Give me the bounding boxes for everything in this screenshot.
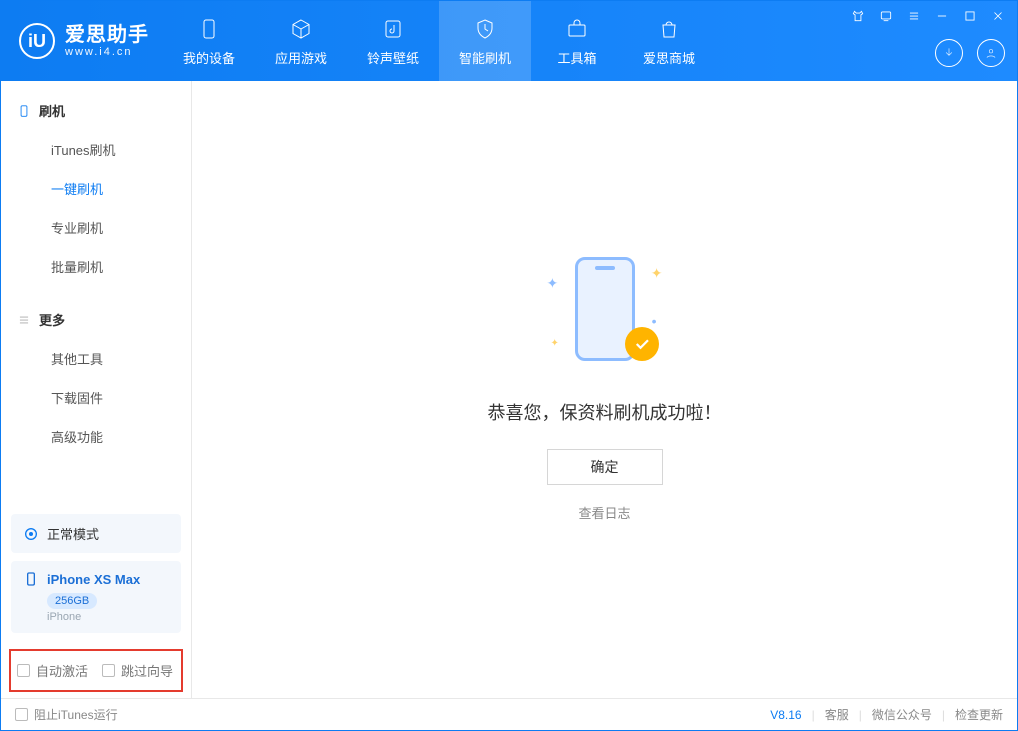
device-card[interactable]: iPhone XS Max 256GB iPhone [11, 561, 181, 633]
nav-toolbox[interactable]: 工具箱 [531, 1, 623, 81]
sidebar-head-flash: 刷机 [1, 95, 191, 126]
nav-label: 应用游戏 [275, 48, 327, 67]
nav-label: 工具箱 [557, 48, 596, 67]
logo-icon: iU [19, 23, 55, 59]
checkbox-label: 跳过向导 [121, 661, 173, 680]
user-button[interactable] [977, 39, 1005, 67]
header-right [935, 39, 1005, 67]
nav-label: 智能刷机 [459, 48, 511, 67]
version-label: V8.16 [770, 708, 801, 722]
sidebar-head-more: 更多 [1, 304, 191, 335]
device-icon [196, 16, 222, 42]
bag-icon [656, 16, 682, 42]
sidebar-section-flash: 刷机 iTunes刷机 一键刷机 专业刷机 批量刷机 [1, 81, 191, 290]
shield-icon [472, 16, 498, 42]
checkbox-icon [15, 708, 28, 721]
app-name-en: www.i4.cn [65, 46, 149, 58]
check-badge-icon [625, 327, 659, 361]
sidebar-item-itunes-flash[interactable]: iTunes刷机 [1, 130, 191, 169]
sparkle-icon: • [652, 313, 657, 329]
sidebar-section-more: 更多 其他工具 下载固件 高级功能 [1, 290, 191, 460]
sparkle-icon: ✦ [551, 338, 559, 349]
menu-icon[interactable] [905, 7, 923, 25]
nav-label: 铃声壁纸 [367, 48, 419, 67]
mode-label: 正常模式 [47, 524, 99, 543]
header: iU 爱思助手 www.i4.cn 我的设备 应用游戏 铃声壁纸 智能刷机 [1, 1, 1017, 81]
nav-store[interactable]: 爱思商城 [623, 1, 715, 81]
nav-my-device[interactable]: 我的设备 [163, 1, 255, 81]
checkbox-icon [17, 664, 30, 677]
sidebar-item-download-fw[interactable]: 下载固件 [1, 378, 191, 417]
sidebar-items-flash: iTunes刷机 一键刷机 专业刷机 批量刷机 [1, 126, 191, 290]
sidebar-devices: 正常模式 iPhone XS Max 256GB iPhone [1, 514, 191, 649]
footer: 阻止iTunes运行 V8.16 | 客服 | 微信公众号 | 检查更新 [1, 698, 1017, 730]
nav-label: 爱思商城 [643, 48, 695, 67]
list-icon [17, 313, 31, 327]
device-storage: 256GB [47, 593, 97, 609]
success-illustration: ✦ ✦ ✦ • [545, 257, 665, 377]
feedback-icon[interactable] [877, 7, 895, 25]
footer-link-update[interactable]: 检查更新 [955, 706, 1003, 723]
minimize-icon[interactable] [933, 7, 951, 25]
device-name: iPhone XS Max [47, 572, 140, 587]
sidebar-item-oneclick-flash[interactable]: 一键刷机 [1, 169, 191, 208]
footer-link-wechat[interactable]: 微信公众号 [872, 706, 932, 723]
activation-options: 自动激活 跳过向导 [9, 649, 183, 692]
logo-text: 爱思助手 www.i4.cn [65, 24, 149, 58]
device-type: iPhone [47, 611, 169, 623]
nav-flash[interactable]: 智能刷机 [439, 1, 531, 81]
mode-card[interactable]: 正常模式 [11, 514, 181, 553]
nav-ringtone-wallpaper[interactable]: 铃声壁纸 [347, 1, 439, 81]
body: 刷机 iTunes刷机 一键刷机 专业刷机 批量刷机 更多 其他工具 下载固件 [1, 81, 1017, 698]
sidebar-items-more: 其他工具 下载固件 高级功能 [1, 335, 191, 460]
sidebar-item-other-tools[interactable]: 其他工具 [1, 339, 191, 378]
auto-activate-checkbox[interactable]: 自动激活 [17, 661, 88, 680]
device-icon [23, 571, 39, 587]
footer-link-support[interactable]: 客服 [825, 706, 849, 723]
phone-icon [17, 104, 31, 118]
sparkle-icon: ✦ [547, 275, 559, 292]
skip-guide-checkbox[interactable]: 跳过向导 [102, 661, 173, 680]
music-icon [380, 16, 406, 42]
success-message: 恭喜您，保资料刷机成功啦！ [488, 399, 722, 425]
footer-right: V8.16 | 客服 | 微信公众号 | 检查更新 [770, 706, 1003, 723]
logo[interactable]: iU 爱思助手 www.i4.cn [1, 23, 163, 59]
view-log-link[interactable]: 查看日志 [578, 503, 630, 522]
nav-apps-games[interactable]: 应用游戏 [255, 1, 347, 81]
skin-icon[interactable] [849, 7, 867, 25]
cube-icon [288, 16, 314, 42]
ok-button[interactable]: 确定 [547, 449, 663, 485]
device-name-row: iPhone XS Max [23, 571, 169, 587]
nav: 我的设备 应用游戏 铃声壁纸 智能刷机 工具箱 爱思商城 [163, 1, 715, 81]
main-content: ✦ ✦ ✦ • 恭喜您，保资料刷机成功啦！ 确定 查看日志 [192, 81, 1017, 698]
app-name-zh: 爱思助手 [65, 24, 149, 46]
close-icon[interactable] [989, 7, 1007, 25]
sparkle-icon: ✦ [651, 265, 663, 282]
checkbox-label: 自动激活 [36, 661, 88, 680]
sidebar: 刷机 iTunes刷机 一键刷机 专业刷机 批量刷机 更多 其他工具 下载固件 [1, 81, 192, 698]
app-window: iU 爱思助手 www.i4.cn 我的设备 应用游戏 铃声壁纸 智能刷机 [0, 0, 1018, 731]
mode-icon [23, 526, 39, 542]
sidebar-title: 更多 [39, 310, 65, 329]
checkbox-label: 阻止iTunes运行 [34, 706, 118, 723]
toolbox-icon [564, 16, 590, 42]
maximize-icon[interactable] [961, 7, 979, 25]
checkbox-icon [102, 664, 115, 677]
nav-label: 我的设备 [183, 48, 235, 67]
download-button[interactable] [935, 39, 963, 67]
sidebar-item-advanced[interactable]: 高级功能 [1, 417, 191, 456]
block-itunes-checkbox[interactable]: 阻止iTunes运行 [15, 706, 118, 723]
sidebar-title: 刷机 [39, 101, 65, 120]
window-controls [849, 7, 1007, 25]
sidebar-item-batch-flash[interactable]: 批量刷机 [1, 247, 191, 286]
sidebar-item-pro-flash[interactable]: 专业刷机 [1, 208, 191, 247]
